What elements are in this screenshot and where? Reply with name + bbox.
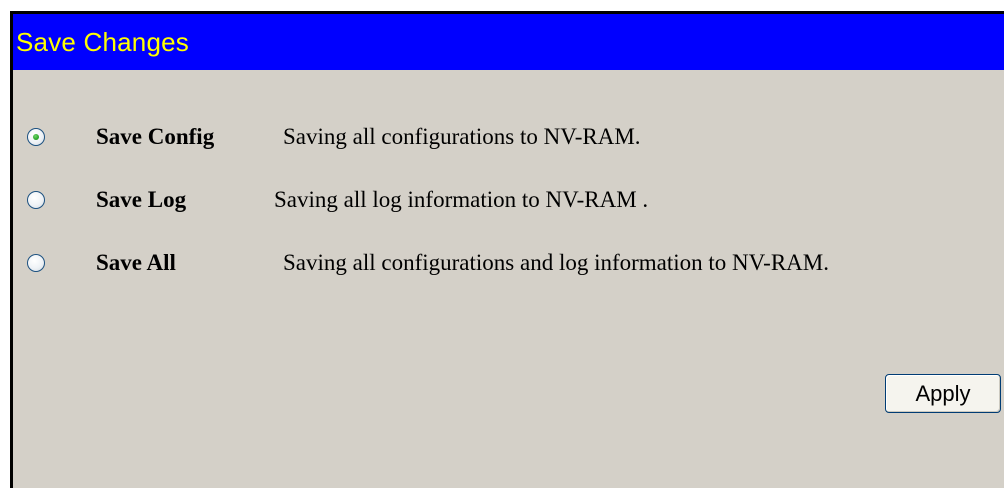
apply-button[interactable]: Apply [885, 374, 1001, 413]
save-log-radio[interactable] [27, 190, 45, 209]
save-changes-panel: Save Changes Save Config Saving all conf… [10, 11, 1004, 488]
save-log-label: Save Log [96, 186, 187, 212]
save-config-radio[interactable] [27, 127, 45, 146]
option-save-config: Save Config Saving all configurations to… [13, 115, 1004, 158]
save-log-description: Saving all log information to NV-RAM . [274, 186, 649, 212]
save-config-description: Saving all configurations to NV-RAM. [283, 123, 641, 149]
page-title: Save Changes [16, 26, 189, 57]
save-all-description: Saving all configurations and log inform… [283, 249, 829, 275]
save-config-label: Save Config [96, 123, 215, 149]
option-save-all: Save All Saving all configurations and l… [13, 241, 1004, 284]
save-options-group: Save Config Saving all configurations to… [13, 115, 1004, 304]
title-bar: Save Changes [13, 14, 1004, 70]
save-all-label: Save All [96, 249, 176, 275]
option-save-log: Save Log Saving all log information to N… [13, 178, 1004, 221]
save-all-radio[interactable] [27, 253, 45, 272]
radio-selected-dot [33, 133, 39, 140]
